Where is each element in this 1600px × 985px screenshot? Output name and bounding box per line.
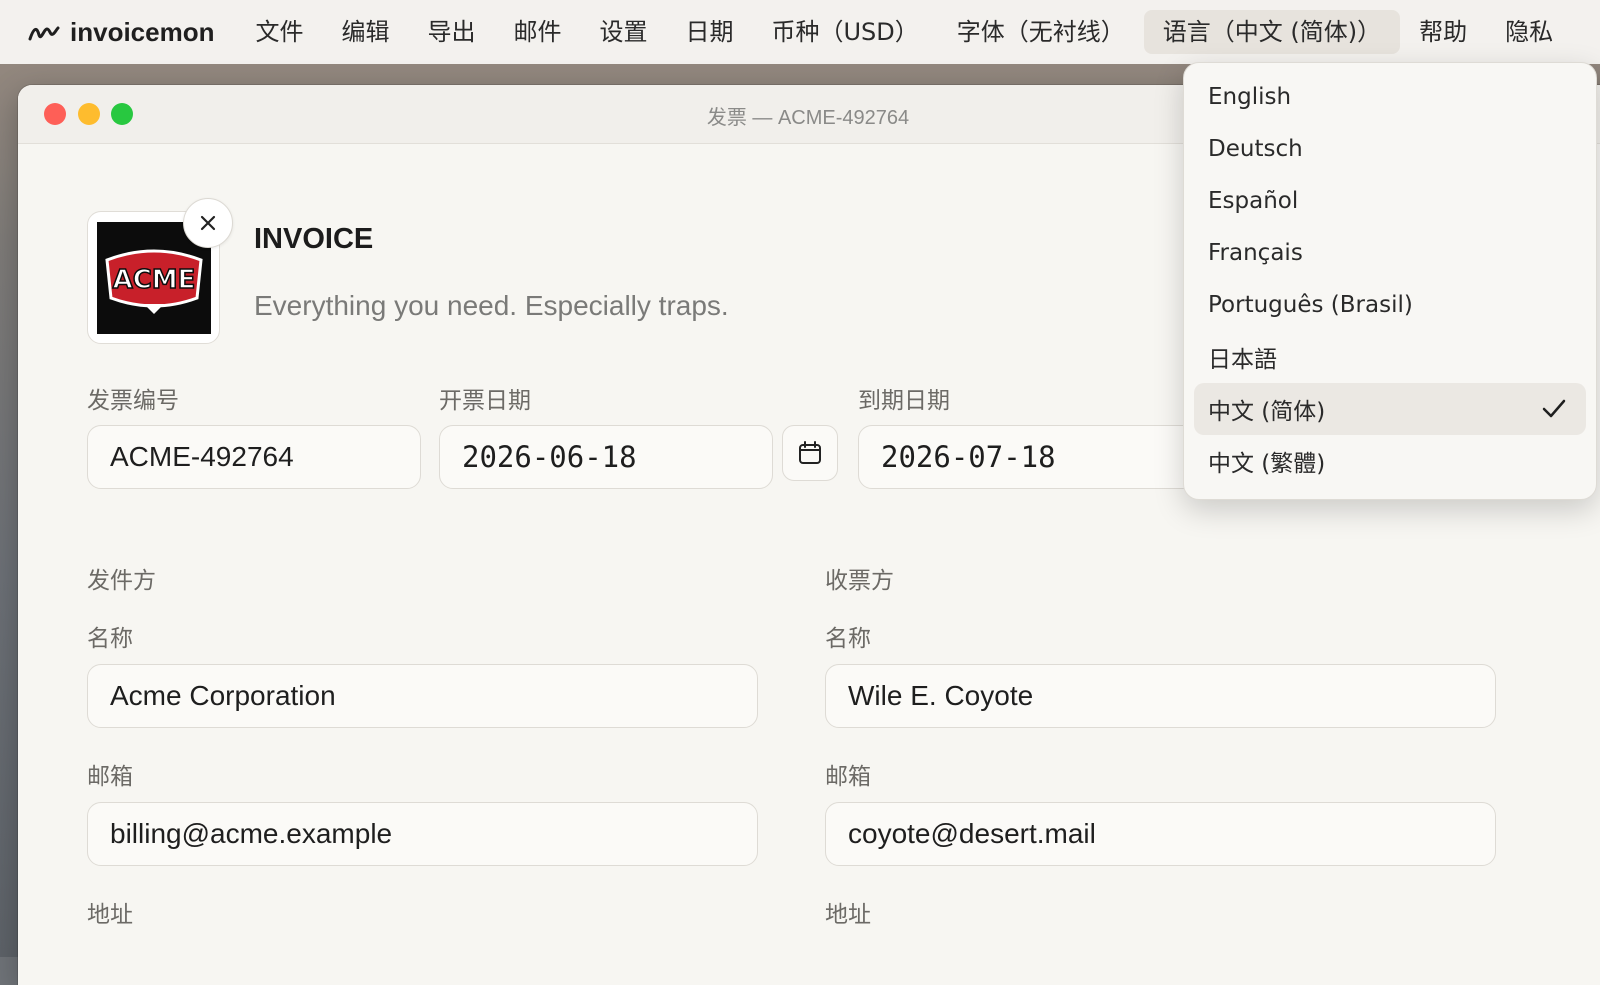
app-name: invoicemon — [70, 16, 215, 47]
sender-section-label: 发件方 — [87, 568, 156, 594]
language-menu: English Deutsch Español Français Portugu… — [1183, 62, 1597, 500]
menu-currency[interactable]: 币种（USD） — [752, 10, 937, 54]
sender-name-field[interactable]: Acme Corporation — [87, 664, 758, 728]
remove-logo-button[interactable] — [183, 198, 233, 248]
sender-address-label: 地址 — [87, 902, 133, 928]
menu-export[interactable]: 导出 — [408, 10, 494, 54]
language-option-francais[interactable]: Français — [1194, 227, 1586, 279]
due-date-field[interactable]: 2026-07-18 — [858, 425, 1198, 489]
recipient-name-field[interactable]: Wile E. Coyote — [825, 664, 1496, 728]
language-option-label: 中文 (简体) — [1208, 399, 1326, 425]
sender-name-label: 名称 — [87, 626, 133, 652]
language-option-chinese-simplified[interactable]: 中文 (简体) — [1194, 383, 1586, 435]
menu-mail[interactable]: 邮件 — [494, 10, 580, 54]
language-option-chinese-traditional[interactable]: 中文 (繁體) — [1194, 435, 1586, 487]
app-menu[interactable]: invoicemon — [28, 17, 214, 48]
issue-date-field[interactable]: 2026-06-18 — [439, 425, 773, 489]
logo-text: ACME — [112, 265, 195, 295]
menu-settings[interactable]: 设置 — [580, 10, 666, 54]
language-option-espanol[interactable]: Español — [1194, 175, 1586, 227]
close-icon — [200, 215, 216, 231]
company-tagline[interactable]: Everything you need. Especially traps. — [254, 290, 729, 322]
recipient-section-label: 收票方 — [825, 568, 894, 594]
language-option-japanese[interactable]: 日本語 — [1194, 331, 1586, 383]
checkmark-icon — [1542, 399, 1566, 418]
sender-email-label: 邮箱 — [87, 764, 133, 790]
menu-bar: invoicemon 文件 编辑 导出 邮件 设置 日期 币种（USD） 字体（… — [0, 0, 1600, 64]
language-option-deutsch[interactable]: Deutsch — [1194, 123, 1586, 175]
issue-date-label: 开票日期 — [439, 388, 531, 414]
sender-email-field[interactable]: billing@acme.example — [87, 802, 758, 866]
language-option-portuguese-brazil[interactable]: Português (Brasil) — [1194, 279, 1586, 331]
menu-font[interactable]: 字体（无衬线） — [938, 10, 1144, 54]
menu-file[interactable]: 文件 — [236, 10, 322, 54]
invoice-number-label: 发票编号 — [87, 388, 179, 414]
calendar-icon — [799, 441, 821, 464]
document-title: INVOICE — [254, 223, 374, 255]
recipient-email-field[interactable]: coyote@desert.mail — [825, 802, 1496, 866]
recipient-name-label: 名称 — [825, 626, 871, 652]
menu-edit[interactable]: 编辑 — [322, 10, 408, 54]
recipient-address-label: 地址 — [825, 902, 871, 928]
recipient-email-label: 邮箱 — [825, 764, 871, 790]
menu-language[interactable]: 语言（中文 (简体)） — [1143, 10, 1401, 54]
invoice-number-field[interactable]: ACME-492764 — [87, 425, 421, 489]
issue-date-picker-button[interactable] — [782, 425, 838, 481]
due-date-label: 到期日期 — [858, 388, 950, 414]
app-logo-icon — [28, 26, 60, 41]
menu-privacy[interactable]: 隐私 — [1486, 10, 1572, 54]
language-option-english[interactable]: English — [1194, 71, 1586, 123]
menu-help[interactable]: 帮助 — [1400, 10, 1486, 54]
menu-date[interactable]: 日期 — [666, 10, 752, 54]
